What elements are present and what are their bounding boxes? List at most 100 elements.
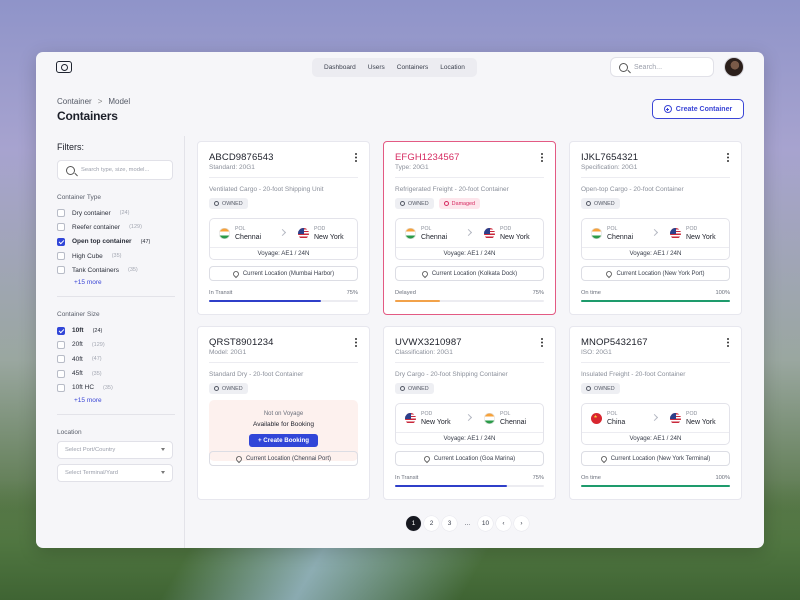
status-label: On time [581, 290, 601, 296]
port-label: POD [421, 411, 433, 417]
user-icon [400, 201, 405, 206]
country-flag-icon [591, 228, 602, 239]
checkbox[interactable] [57, 237, 65, 246]
checkbox[interactable] [57, 369, 65, 378]
more-options-icon[interactable] [541, 338, 543, 347]
create-container-button[interactable]: Create Container [652, 99, 744, 119]
search-input[interactable]: Search... [610, 57, 714, 77]
more-options-icon[interactable] [727, 338, 729, 347]
types-more-link[interactable]: +15 more [57, 279, 175, 286]
filter-search-placeholder: Search type, size, model... [81, 167, 150, 173]
nav-dashboard[interactable]: Dashboard [318, 64, 362, 71]
current-location-button[interactable]: Current Location (Goa Marina) [395, 451, 544, 466]
filter-search-input[interactable]: Search type, size, model... [57, 160, 173, 180]
user-icon [586, 386, 591, 391]
previous-page-button[interactable]: ‹ [496, 516, 511, 531]
user-icon [400, 386, 405, 391]
progress-fill [581, 300, 730, 302]
container-card[interactable]: EFGH1234567 Type: 20G1 Refrigerated Freigh… [383, 141, 556, 315]
more-options-icon[interactable] [355, 153, 357, 162]
search-icon [66, 165, 75, 175]
container-card[interactable]: IJKL7654321 Specification: 20G1 Open-top C… [569, 141, 742, 315]
breadcrumb: Container > Model [57, 97, 130, 106]
container-card[interactable]: UVWX3210987 Classification: 20G1 Dry Cargo… [383, 326, 556, 500]
option-label: Reefer container [72, 223, 121, 231]
current-location-button[interactable]: Current Location (Kolkata Dock) [395, 266, 544, 281]
page-button[interactable]: 2 [424, 516, 439, 531]
current-location-button[interactable]: Current Location (New York Terminal) [581, 451, 730, 466]
container-description: Dry Cargo - 20-foot Shipping Container [395, 371, 508, 378]
country-flag-icon [670, 228, 681, 239]
more-options-icon[interactable] [727, 153, 729, 162]
progress-fill [209, 300, 321, 302]
current-location-label: Current Location (Chennai Port) [245, 455, 332, 462]
terminal-yard-select[interactable]: Select Terminal/Yard [57, 463, 173, 482]
current-location-button[interactable]: Current Location (Mumbai Harbor) [209, 266, 358, 281]
type-option[interactable]: Open top container (47) [57, 235, 175, 249]
route-box: POL Chennai POD New York Voyage: AE1 / 24N [581, 218, 730, 260]
checkbox[interactable] [57, 326, 65, 335]
port-name: Chennai [500, 419, 527, 426]
type-option[interactable]: Tank Containers (35) [57, 263, 175, 277]
container-description: Insulated Freight - 20-foot Container [581, 371, 686, 378]
next-page-button[interactable]: › [514, 516, 529, 531]
country-flag-icon [298, 228, 309, 239]
warning-icon [443, 201, 449, 206]
nav-containers[interactable]: Containers [391, 64, 434, 71]
page-button[interactable]: 10 [478, 516, 493, 531]
more-options-icon[interactable] [355, 338, 357, 347]
checkbox[interactable] [57, 355, 65, 364]
type-option[interactable]: Dry container (24) [57, 206, 175, 220]
destination-port: POD New York [298, 226, 344, 242]
divider [395, 362, 544, 363]
available-text: Available for Booking [253, 421, 314, 428]
container-card[interactable]: MNOP5432167 ISO: 20G1 Insulated Freight - … [569, 326, 742, 500]
port-country-select[interactable]: Select Port/Country [57, 440, 173, 459]
checkbox[interactable] [57, 266, 65, 275]
container-id: EFGH1234567 [395, 152, 460, 163]
create-booking-button[interactable]: + Create Booking [248, 434, 319, 447]
size-option[interactable]: 10ft HC (35) [57, 381, 175, 395]
container-card[interactable]: ABCD9876543 Standard: 20G1 Ventilated Carg… [197, 141, 370, 315]
owned-badge: OWNED [209, 198, 248, 209]
option-label: 45ft [72, 370, 83, 378]
size-option[interactable]: 10ft (24) [57, 323, 175, 337]
country-flag-icon [405, 413, 416, 424]
logo-icon[interactable] [56, 61, 72, 73]
chevron-right-icon [278, 228, 286, 237]
option-count: (129) [129, 224, 142, 231]
page-button[interactable]: 1 [406, 516, 421, 531]
breadcrumb-parent[interactable]: Container [57, 97, 92, 106]
sizes-more-link[interactable]: +15 more [57, 397, 175, 404]
status-label: In Transit [395, 475, 419, 481]
size-option[interactable]: 45ft (35) [57, 366, 175, 380]
checkbox[interactable] [57, 252, 65, 261]
size-option[interactable]: 40ft (47) [57, 352, 175, 366]
chevron-down-icon [161, 471, 165, 475]
checkbox[interactable] [57, 383, 65, 392]
owned-label: OWNED [408, 200, 429, 207]
port-label: POD [686, 226, 698, 232]
divider [209, 177, 358, 178]
page-button[interactable]: 3 [442, 516, 457, 531]
status-label: In Transit [209, 290, 233, 296]
type-option[interactable]: Reefer container (129) [57, 220, 175, 234]
nav-users[interactable]: Users [362, 64, 391, 71]
size-option[interactable]: 20ft (129) [57, 338, 175, 352]
option-count: (47) [140, 238, 151, 245]
chevron-right-icon [464, 228, 472, 237]
divider [581, 362, 730, 363]
checkbox[interactable] [57, 340, 65, 349]
current-location-button[interactable]: Current Location (Chennai Port) [209, 451, 358, 466]
avatar[interactable] [724, 57, 744, 77]
more-options-icon[interactable] [541, 153, 543, 162]
container-card[interactable]: QRST8901234 Model: 20G1 Standard Dry - 20-… [197, 326, 370, 500]
container-spec: Classification: 20G1 [395, 349, 453, 356]
port-label: POL [607, 226, 618, 232]
nav-location[interactable]: Location [434, 64, 471, 71]
checkbox[interactable] [57, 223, 65, 232]
current-location-button[interactable]: Current Location (New York Port) [581, 266, 730, 281]
type-option[interactable]: High Cube (35) [57, 249, 175, 263]
checkbox[interactable] [57, 209, 65, 218]
progress-percent: 100% [715, 475, 730, 481]
